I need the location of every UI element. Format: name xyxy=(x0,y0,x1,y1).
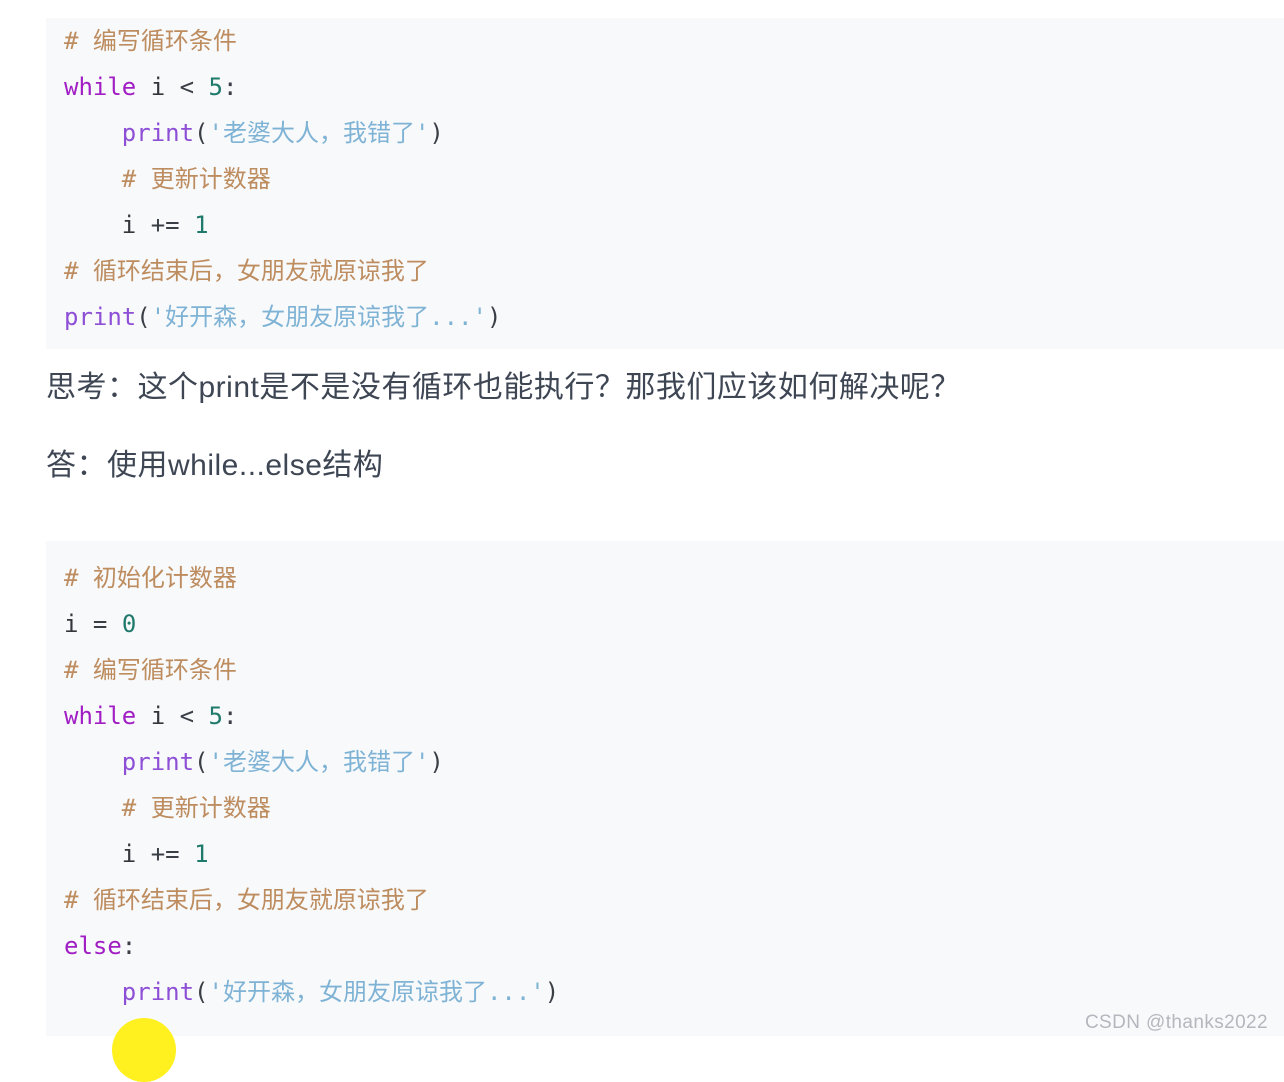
code-block-while-without-else[interactable]: # 编写循环条件 while i < 5: print('老婆大人，我错了') #… xyxy=(46,18,1284,349)
code-token-punct: ) xyxy=(429,119,444,147)
code-token-punct: ) xyxy=(544,978,560,1006)
code-token-plain: i xyxy=(64,840,151,868)
code-line: # 循环结束后，女朋友就原谅我了 xyxy=(46,248,1284,294)
code-line: print('好开森，女朋友原谅我了...') xyxy=(46,969,1284,1015)
code-token-punct: < xyxy=(179,73,195,101)
code-line: # 更新计数器 xyxy=(46,156,1284,202)
code-token-number: 5 xyxy=(208,702,223,730)
code-token-punct: < xyxy=(179,702,195,730)
code-token-comment: # 循环结束后，女朋友就原谅我了 xyxy=(64,886,429,914)
code-token-punct: ( xyxy=(194,978,209,1006)
code-line: i += 1 xyxy=(46,831,1284,877)
code-token-plain: i xyxy=(64,610,93,638)
code-token-keyword: while xyxy=(64,702,137,730)
code-token-string: '老婆大人，我错了' xyxy=(208,748,430,776)
code-token-string: '好开森，女朋友原谅我了...' xyxy=(150,303,487,331)
code-token-name: print xyxy=(121,119,195,147)
code-token-punct: : xyxy=(222,73,238,101)
code-token-punct: = xyxy=(92,610,108,638)
code-line: else: xyxy=(46,923,1284,969)
code-token-punct: ) xyxy=(486,303,502,331)
code-token-number: 1 xyxy=(194,840,209,868)
code-token-comment: # 编写循环条件 xyxy=(64,27,237,55)
code-line: while i < 5: xyxy=(46,64,1284,110)
code-line: # 编写循环条件 xyxy=(46,647,1284,693)
code-token-comment: # 初始化计数器 xyxy=(64,564,237,592)
yellow-highlight-circle xyxy=(112,1018,176,1082)
csdn-watermark: CSDN @thanks2022 xyxy=(1084,1012,1268,1033)
code-token-keyword: while xyxy=(64,73,137,101)
code-token-plain: i xyxy=(64,211,151,239)
code-token-punct: ) xyxy=(429,748,444,776)
code-line: print('老婆大人，我错了') xyxy=(46,110,1284,156)
code-token-comment: # 更新计数器 xyxy=(121,165,271,193)
code-token-string: '好开森，女朋友原谅我了...' xyxy=(208,978,545,1006)
article-page: # 编写循环条件 while i < 5: print('老婆大人，我错了') #… xyxy=(0,0,1284,1082)
code-line: i = 0 xyxy=(46,601,1284,647)
code-token-name: print xyxy=(121,748,195,776)
code-token-number: 5 xyxy=(208,73,223,101)
code-line: # 循环结束后，女朋友就原谅我了 xyxy=(46,877,1284,923)
code-token-plain: i xyxy=(136,702,180,730)
prose-question-line: 思考：这个print是不是没有循环也能执行？那我们应该如何解决呢？ xyxy=(46,371,961,404)
code-token-comment: # 更新计数器 xyxy=(121,794,271,822)
code-line: while i < 5: xyxy=(46,693,1284,739)
code-token-number: 1 xyxy=(194,211,209,239)
code-token-punct: : xyxy=(121,932,137,960)
code-token-punct: ( xyxy=(194,119,209,147)
code-block-while-else[interactable]: # 初始化计数器 i = 0 # 编写循环条件 while i < 5: print(… xyxy=(46,541,1284,1036)
code-line: print('好开森，女朋友原谅我了...') xyxy=(46,294,1284,340)
prose-answer-line: 答：使用while...else结构 xyxy=(46,449,384,482)
code-line: # 更新计数器 xyxy=(46,785,1284,831)
code-token-plain: i xyxy=(136,73,180,101)
code-token-comment: # 编写循环条件 xyxy=(64,656,237,684)
code-line: i += 1 xyxy=(46,202,1284,248)
code-token-name: print xyxy=(121,978,195,1006)
code-line: # 编写循环条件 xyxy=(46,18,1284,64)
code-token-punct: += xyxy=(150,211,180,239)
code-token-punct: : xyxy=(222,702,238,730)
code-line: print('老婆大人，我错了') xyxy=(46,739,1284,785)
code-token-punct: ( xyxy=(136,303,151,331)
code-token-string: '老婆大人，我错了' xyxy=(208,119,430,147)
code-token-number: 0 xyxy=(121,610,137,638)
code-token-punct: ( xyxy=(194,748,209,776)
code-token-punct: += xyxy=(150,840,180,868)
code-token-keyword: else xyxy=(64,932,122,960)
code-token-comment: # 循环结束后，女朋友就原谅我了 xyxy=(64,257,429,285)
code-line: # 初始化计数器 xyxy=(46,555,1284,601)
code-token-name: print xyxy=(64,303,137,331)
